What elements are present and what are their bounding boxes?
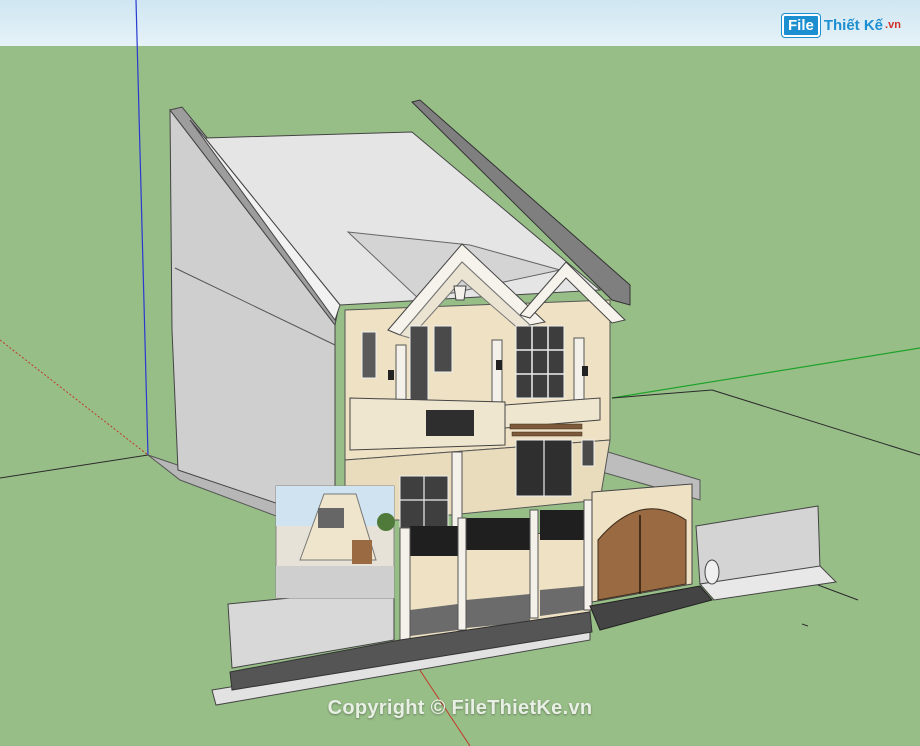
blue-axis [135,0,149,456]
wall-lamp-3 [582,366,588,376]
side-window [581,439,595,467]
crosshair-mark [801,623,809,627]
keystone [453,285,467,301]
window-upper-1 [361,331,377,379]
green-axis [611,347,920,399]
model-scene[interactable] [0,0,920,746]
logo-text: Thiết Kế [823,16,884,34]
copyright-watermark: Copyright © FileThietKe.vn [327,697,593,719]
reference-photo [275,485,395,599]
ground-edge-left [0,454,149,479]
wall-lamp-1 [388,370,394,380]
logo-suffix: .vn [885,19,901,31]
window-upper-4 [515,325,565,399]
red-axis [0,339,149,456]
trash-bin [704,559,720,585]
ground-edge-right2 [711,389,920,456]
sketchup-viewport[interactable]: File Thiết Kế .vn Copyright © FileThietK… [0,0,920,746]
wall-lamp-2 [496,360,502,370]
balcony-rail [426,410,474,436]
brand-logo[interactable]: File Thiết Kế .vn [782,12,901,38]
ground-edge-right [611,389,713,399]
logo-badge: File [782,13,820,37]
window-upper-3 [433,325,453,373]
ground-edge-front [817,584,859,601]
